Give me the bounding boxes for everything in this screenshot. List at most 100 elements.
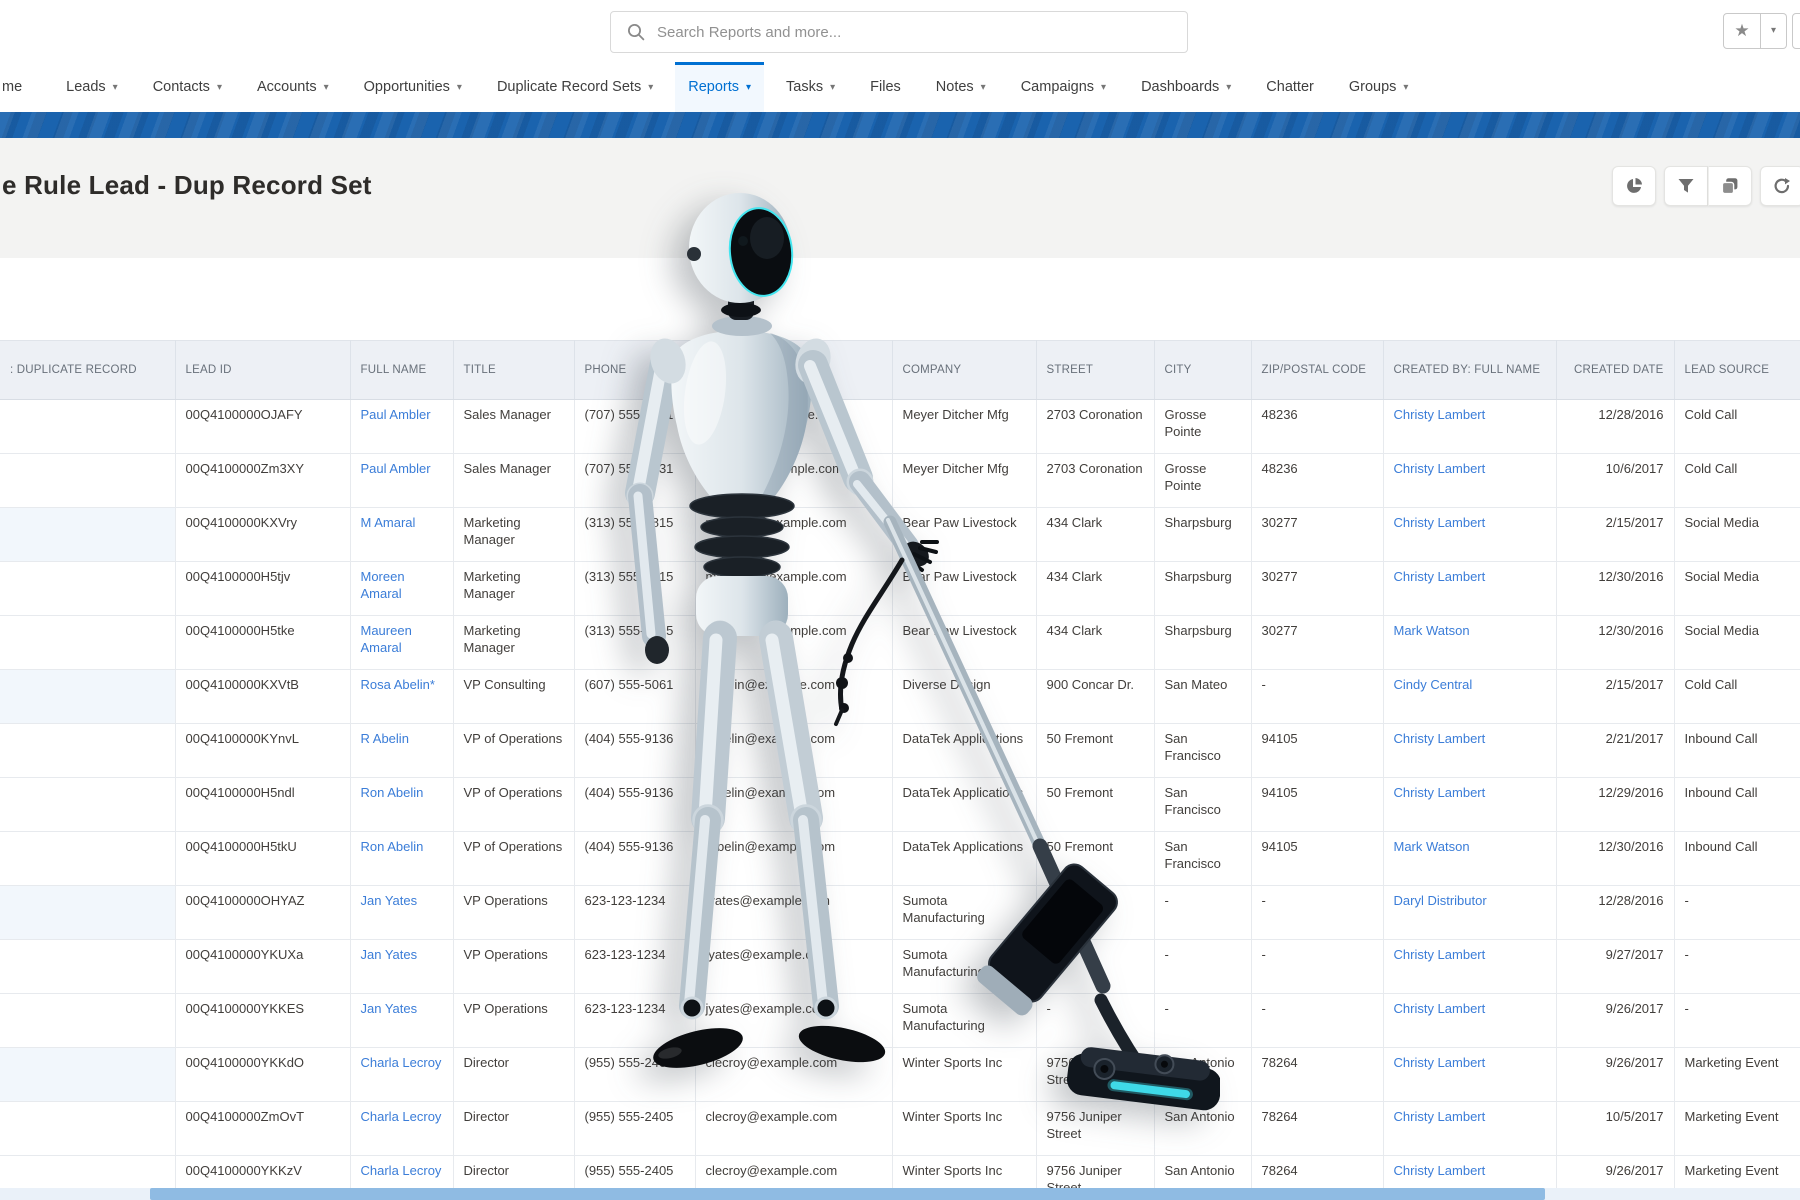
- table-row: 00Q4100000YKKzVCharla LecroyDirector(955…: [0, 1156, 1800, 1189]
- chart-button[interactable]: [1612, 166, 1656, 206]
- chevron-down-icon: ▾: [648, 82, 653, 93]
- horizontal-scrollbar-thumb[interactable]: [150, 1188, 1545, 1200]
- link-created-by[interactable]: Christy Lambert: [1394, 1163, 1486, 1178]
- link-created-by[interactable]: Daryl Distributor: [1394, 893, 1487, 908]
- report-table-container: : DUPLICATE RECORDLEAD IDFULL NAMETITLEP…: [0, 340, 1800, 1188]
- link-full-name[interactable]: Maureen Amaral: [361, 623, 412, 655]
- cell-zip: 30277: [1251, 562, 1383, 616]
- col-city[interactable]: CITY: [1154, 341, 1251, 400]
- col-zip[interactable]: ZIP/POSTAL CODE: [1251, 341, 1383, 400]
- link-full-name[interactable]: Charla Lecroy: [361, 1163, 442, 1178]
- tab-contacts[interactable]: Contacts▾: [140, 62, 235, 112]
- filter-button[interactable]: [1664, 166, 1708, 206]
- tab-me[interactable]: me: [0, 62, 35, 112]
- link-full-name[interactable]: Paul Ambler: [361, 461, 431, 476]
- col-company[interactable]: COMPANY: [892, 341, 1036, 400]
- col-lead-source[interactable]: LEAD SOURCE: [1674, 341, 1800, 400]
- cell-phone: (707) 555-6231: [574, 400, 695, 454]
- link-created-by[interactable]: Christy Lambert: [1394, 1001, 1486, 1016]
- link-full-name[interactable]: Jan Yates: [361, 1001, 418, 1016]
- col-title[interactable]: TITLE: [453, 341, 574, 400]
- favorite-dropdown-button[interactable]: ▾: [1761, 13, 1787, 49]
- cell-city: San Antonio: [1154, 1102, 1251, 1156]
- col-email[interactable]: EMAIL: [695, 341, 892, 400]
- table-row: 00Q4100000YKUXaJan YatesVP Operations623…: [0, 940, 1800, 994]
- link-created-by[interactable]: Christy Lambert: [1394, 947, 1486, 962]
- cell-phone: (313) 555-6815: [574, 616, 695, 670]
- cell-created-date: 9/26/2017: [1556, 1048, 1674, 1102]
- link-created-by[interactable]: Cindy Central: [1394, 677, 1473, 692]
- tab-tasks[interactable]: Tasks▾: [773, 62, 848, 112]
- report-actions: [1612, 166, 1800, 206]
- cell-company: DataTek Applications: [892, 778, 1036, 832]
- cell-created-date: 10/5/2017: [1556, 1102, 1674, 1156]
- refresh-button[interactable]: [1760, 166, 1800, 206]
- cell-email: clecroy@example.com: [695, 1156, 892, 1189]
- link-created-by[interactable]: Christy Lambert: [1394, 461, 1486, 476]
- link-full-name[interactable]: M Amaral: [361, 515, 416, 530]
- cell-street: -: [1036, 940, 1154, 994]
- cell-zip: -: [1251, 670, 1383, 724]
- link-full-name[interactable]: Ron Abelin: [361, 785, 424, 800]
- tab-notes[interactable]: Notes▾: [923, 62, 999, 112]
- col-duplicate-record[interactable]: : DUPLICATE RECORD: [0, 341, 175, 400]
- cell-title: VP Operations: [453, 886, 574, 940]
- cell-email: jyates@example.com: [695, 994, 892, 1048]
- link-full-name[interactable]: Ron Abelin: [361, 839, 424, 854]
- cell-created-by: Cindy Central: [1383, 670, 1556, 724]
- table-row: 00Q4100000H5tkeMaureen AmaralMarketing M…: [0, 616, 1800, 670]
- clone-button[interactable]: [1708, 166, 1752, 206]
- horizontal-scrollbar-track[interactable]: [0, 1188, 1800, 1200]
- cell-created-by: Mark Watson: [1383, 832, 1556, 886]
- clipped-header-button[interactable]: [1792, 13, 1800, 49]
- tab-accounts[interactable]: Accounts▾: [244, 62, 342, 112]
- link-created-by[interactable]: Christy Lambert: [1394, 407, 1486, 422]
- link-created-by[interactable]: Christy Lambert: [1394, 1055, 1486, 1070]
- filter-clone-group: [1664, 166, 1752, 206]
- col-phone[interactable]: PHONE: [574, 341, 695, 400]
- col-created-date[interactable]: CREATED DATE: [1556, 341, 1674, 400]
- cell-duplicate-record: [0, 724, 175, 778]
- cell-title: VP of Operations: [453, 778, 574, 832]
- cell-city: Sharpsburg: [1154, 562, 1251, 616]
- cell-email: jyates@example.com: [695, 886, 892, 940]
- col-street[interactable]: STREET: [1036, 341, 1154, 400]
- link-full-name[interactable]: Paul Ambler: [361, 407, 431, 422]
- report-header: e Rule Lead - Dup Record Set: [0, 138, 1800, 258]
- col-created-by[interactable]: CREATED BY: FULL NAME: [1383, 341, 1556, 400]
- search-input[interactable]: [610, 11, 1188, 53]
- col-lead-id[interactable]: LEAD ID: [175, 341, 350, 400]
- link-created-by[interactable]: Mark Watson: [1394, 623, 1470, 638]
- cell-street: 434 Clark: [1036, 508, 1154, 562]
- tab-files[interactable]: Files: [857, 62, 914, 112]
- tab-groups[interactable]: Groups▾: [1336, 62, 1422, 112]
- cell-created-by: Mark Watson: [1383, 616, 1556, 670]
- link-created-by[interactable]: Christy Lambert: [1394, 515, 1486, 530]
- cell-email: jyates@example.com: [695, 940, 892, 994]
- tab-reports[interactable]: Reports▾: [675, 62, 764, 112]
- tab-opportunities[interactable]: Opportunities▾: [351, 62, 475, 112]
- cell-lead-source: Inbound Call: [1674, 724, 1800, 778]
- link-full-name[interactable]: Charla Lecroy: [361, 1055, 442, 1070]
- link-full-name[interactable]: Charla Lecroy: [361, 1109, 442, 1124]
- link-full-name[interactable]: R Abelin: [361, 731, 409, 746]
- cell-city: Sharpsburg: [1154, 616, 1251, 670]
- col-full-name[interactable]: FULL NAME: [350, 341, 453, 400]
- link-full-name[interactable]: Jan Yates: [361, 893, 418, 908]
- favorite-star-button[interactable]: ★: [1723, 13, 1761, 49]
- link-created-by[interactable]: Christy Lambert: [1394, 731, 1486, 746]
- link-created-by[interactable]: Christy Lambert: [1394, 569, 1486, 584]
- link-created-by[interactable]: Christy Lambert: [1394, 1109, 1486, 1124]
- link-created-by[interactable]: Mark Watson: [1394, 839, 1470, 854]
- link-full-name[interactable]: Rosa Abelin*: [361, 677, 435, 692]
- tab-duplicate-record-sets[interactable]: Duplicate Record Sets▾: [484, 62, 666, 112]
- tab-chatter[interactable]: Chatter: [1253, 62, 1327, 112]
- link-created-by[interactable]: Christy Lambert: [1394, 785, 1486, 800]
- tab-campaigns[interactable]: Campaigns▾: [1008, 62, 1119, 112]
- cell-title: Sales Manager: [453, 400, 574, 454]
- cell-created-date: 9/26/2017: [1556, 994, 1674, 1048]
- tab-leads[interactable]: Leads▾: [53, 62, 131, 112]
- link-full-name[interactable]: Moreen Amaral: [361, 569, 405, 601]
- link-full-name[interactable]: Jan Yates: [361, 947, 418, 962]
- tab-dashboards[interactable]: Dashboards▾: [1128, 62, 1244, 112]
